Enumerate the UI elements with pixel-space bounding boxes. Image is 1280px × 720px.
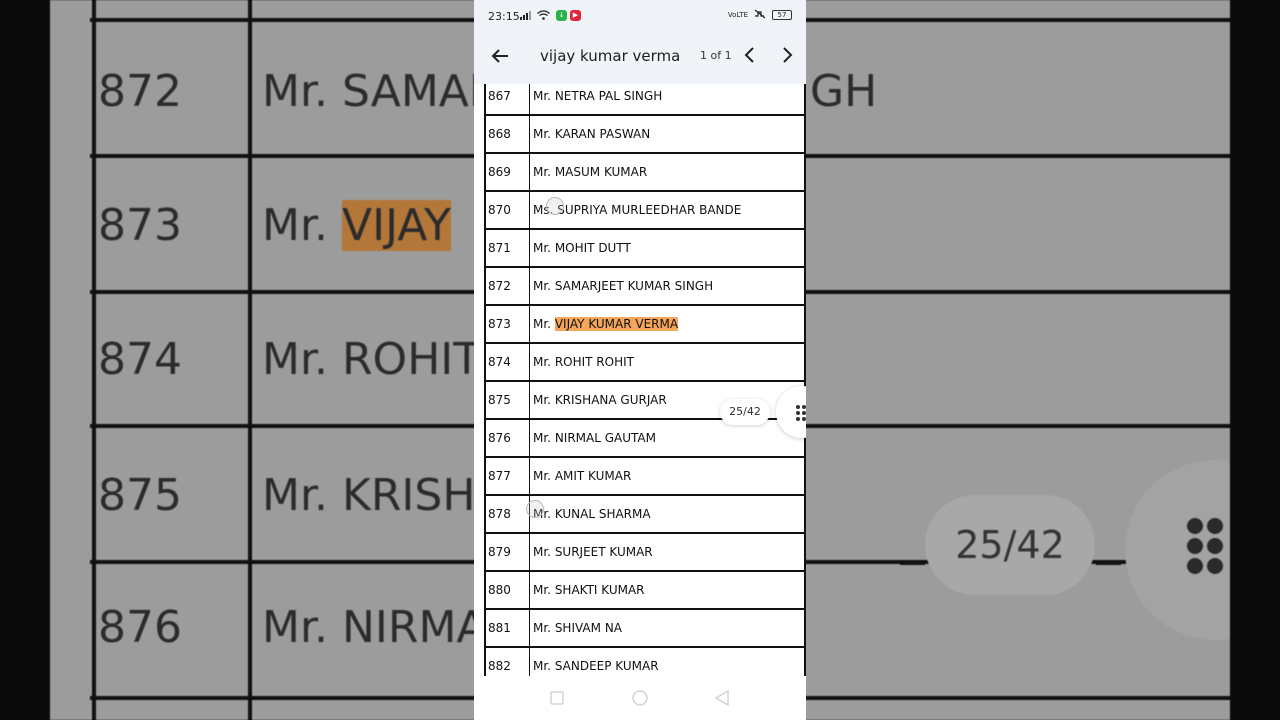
table-row: 870 Ms. SUPRIYA MURLEEDHAR BANDE: [484, 190, 806, 228]
bg-row-name: Mr. VIJAY: [262, 200, 451, 251]
recent-apps-icon[interactable]: [550, 690, 564, 709]
bg-row-number: 876: [98, 602, 182, 653]
bg-row-name-tail: GH: [810, 66, 878, 117]
row-name: Ms. SUPRIYA MURLEEDHAR BANDE: [530, 192, 806, 228]
bg-col-line: [248, 0, 252, 720]
match-counter: 1 of 1: [700, 49, 732, 62]
bg-fab-dot: [1187, 518, 1203, 534]
background-edge-right: [1230, 0, 1280, 720]
back-arrow-icon[interactable]: [488, 44, 512, 68]
bg-row-name: Mr. ROHIT: [262, 334, 481, 385]
page-indicator: 25/42: [720, 399, 770, 425]
grid-dot-icon: [796, 411, 800, 415]
bg-page-indicator: 25/42: [925, 495, 1095, 595]
status-time: 23:15: [488, 10, 520, 23]
wifi-icon: [537, 10, 550, 23]
row-name: Mr. KARAN PASWAN: [530, 116, 806, 152]
bg-menu-fab: [1125, 460, 1230, 640]
row-number: 876: [484, 420, 530, 456]
row-number: 872: [484, 268, 530, 304]
row-name: Mr. SAMARJEET KUMAR SINGH: [530, 268, 806, 304]
bg-fab-dot: [1187, 558, 1203, 574]
battery-icon: 57: [772, 10, 792, 20]
row-name: Mr. ROHIT ROHIT: [530, 344, 806, 380]
bg-search-highlight: VIJAY: [342, 200, 451, 251]
table-row: 880 Mr. SHAKTI KUMAR: [484, 570, 806, 608]
touch-indicator: [526, 500, 544, 518]
bg-fab-dot: [1207, 558, 1223, 574]
table-row: 868 Mr. KARAN PASWAN: [484, 114, 806, 152]
bg-row-name: Mr. KRISH: [262, 470, 476, 521]
row-number: 871: [484, 230, 530, 266]
row-number: 878: [484, 496, 530, 532]
bg-fab-dot: [1207, 538, 1223, 554]
mute-icon: [754, 9, 766, 21]
touch-indicator: [546, 197, 564, 215]
search-match-highlight[interactable]: VIJAY KUMAR VERMA: [554, 317, 679, 331]
table-row: 874 Mr. ROHIT ROHIT: [484, 342, 806, 380]
table-row: 881 Mr. SHIVAM NA: [484, 608, 806, 646]
table-row: 877 Mr. AMIT KUMAR: [484, 456, 806, 494]
row-number: 869: [484, 154, 530, 190]
row-number: 881: [484, 610, 530, 646]
name-prefix: Mr.: [533, 317, 555, 331]
volte-icon: VoLTE: [727, 11, 748, 19]
notification-app-icon: ↓: [556, 10, 567, 21]
bg-col-line: [92, 0, 96, 720]
bg-fab-dot: [1187, 538, 1203, 554]
row-number: 875: [484, 382, 530, 418]
system-navigation-bar: [474, 676, 806, 720]
home-icon[interactable]: [631, 690, 649, 710]
row-name: Mr. SHIVAM NA: [530, 610, 806, 646]
grid-dot-icon: [802, 411, 806, 415]
row-name: Mr. MASUM KUMAR: [530, 154, 806, 190]
notification-app-icon: ▶: [570, 10, 581, 21]
table-row: 871 Mr. MOHIT DUTT: [484, 228, 806, 266]
row-name: Mr. SURJEET KUMAR: [530, 534, 806, 570]
row-number: 879: [484, 534, 530, 570]
bg-row-number: 872: [98, 66, 182, 117]
previous-match-icon[interactable]: [740, 45, 760, 65]
signal-icon: [520, 10, 532, 23]
row-name: Mr. SHAKTI KUMAR: [530, 572, 806, 608]
bg-dash: [1096, 561, 1121, 565]
bg-name-prefix: Mr.: [262, 200, 342, 251]
row-number: 870: [484, 192, 530, 228]
row-name: Mr. VIJAY KUMAR VERMA: [530, 306, 806, 342]
bg-row-number: 874: [98, 334, 182, 385]
grid-dot-icon: [802, 417, 806, 421]
status-right-group: VoLTE 57: [728, 9, 792, 21]
table-row: 872 Mr. SAMARJEET KUMAR SINGH: [484, 266, 806, 304]
bg-row-name: Mr. SAMAR: [262, 66, 500, 117]
bg-fab-dot: [1207, 518, 1223, 534]
bg-row-number: 873: [98, 200, 182, 251]
row-name: Mr. AMIT KUMAR: [530, 458, 806, 494]
row-number: 868: [484, 116, 530, 152]
row-number: 880: [484, 572, 530, 608]
bg-dash: [900, 561, 925, 565]
background-edge-left: [0, 0, 50, 720]
row-number: 874: [484, 344, 530, 380]
table-row: 879 Mr. SURJEET KUMAR: [484, 532, 806, 570]
search-input[interactable]: vijay kumar verma: [540, 47, 680, 65]
bg-row-name: Mr. NIRMA: [262, 602, 487, 653]
next-match-icon[interactable]: [777, 45, 797, 65]
grid-dot-icon: [796, 417, 800, 421]
row-name: Mr. MOHIT DUTT: [530, 230, 806, 266]
bg-row-number: 875: [98, 470, 182, 521]
back-nav-icon[interactable]: [714, 689, 730, 710]
grid-dot-icon: [802, 405, 806, 409]
grid-dot-icon: [796, 405, 800, 409]
row-number: 873: [484, 306, 530, 342]
find-in-document-bar: vijay kumar verma 1 of 1: [474, 28, 806, 84]
row-name: Mr. NIRMAL GAUTAM: [530, 420, 806, 456]
status-bar: 23:15 ↓ ▶ VoLTE 57: [474, 0, 806, 28]
phone-screen: 867 Mr. NETRA PAL SINGH 868 Mr. KARAN PA…: [474, 0, 806, 720]
table-row: 869 Mr. MASUM KUMAR: [484, 152, 806, 190]
row-name: Mr. KUNAL SHARMA: [530, 496, 806, 532]
table-row-match: 873 Mr. VIJAY KUMAR VERMA: [484, 304, 806, 342]
row-number: 877: [484, 458, 530, 494]
